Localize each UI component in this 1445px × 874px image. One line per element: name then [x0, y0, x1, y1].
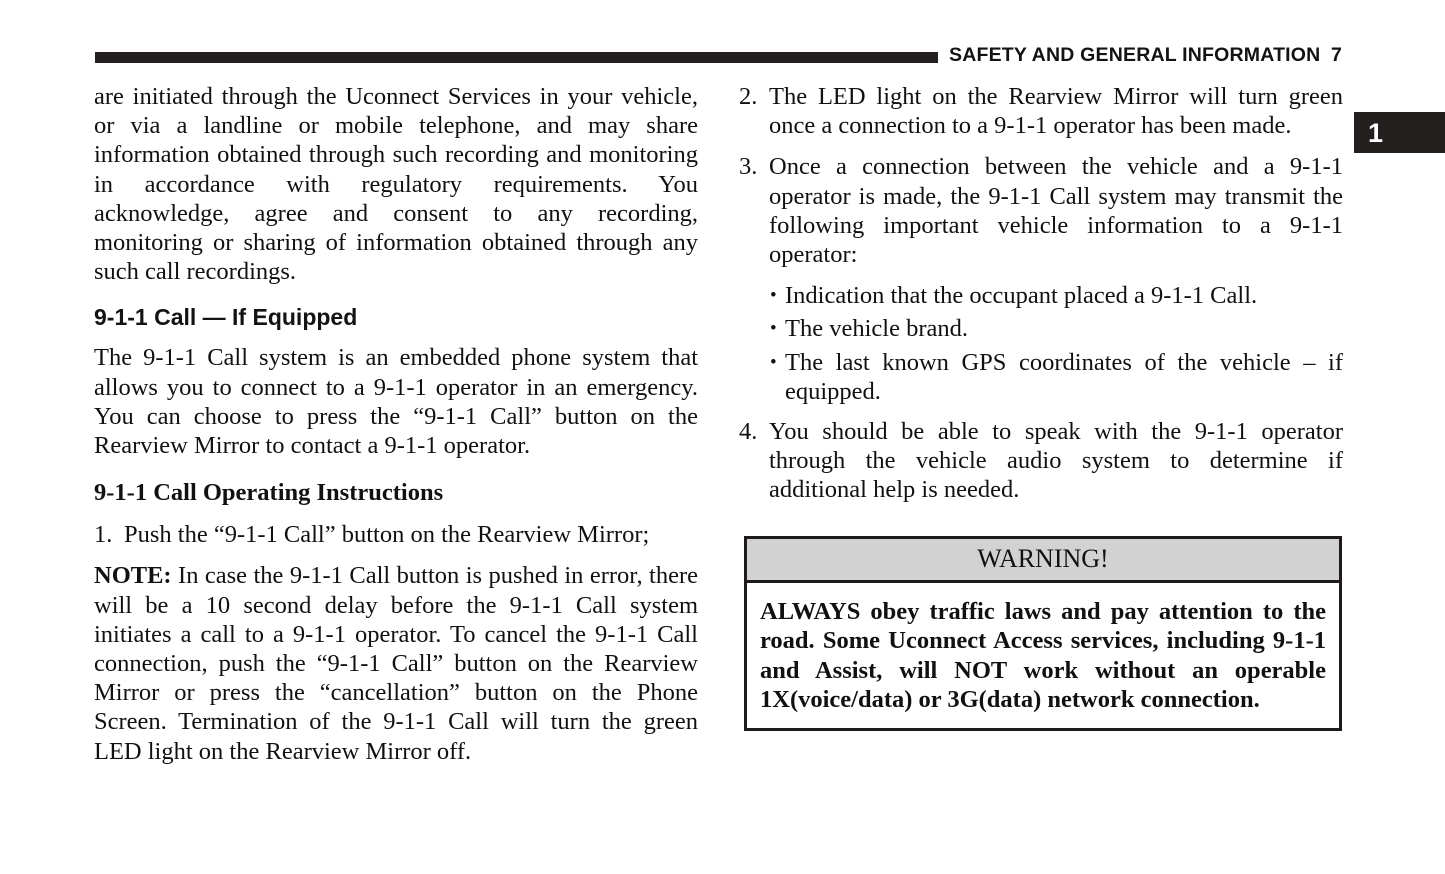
paragraph-continued: are initiated through the Uconnect Servi…: [94, 83, 698, 286]
list-marker: 3.: [739, 153, 758, 181]
note-label: NOTE:: [94, 562, 172, 590]
right-column: 2. The LED light on the Rearview Mirror …: [739, 82, 1343, 517]
page-number: 7: [1331, 44, 1342, 66]
note-paragraph: NOTE: In case the 9-1-1 Call button is p…: [94, 561, 698, 765]
bullet-list: • Indication that the occupant placed a …: [739, 281, 1343, 406]
list-item-text: The last known GPS coordinates of the ve…: [785, 348, 1343, 405]
warning-box: WARNING! ALWAYS obey traffic laws and pa…: [744, 536, 1342, 732]
chapter-tab: 1: [1354, 112, 1445, 153]
paragraph-911-system: The 9-1-1 Call system is an embedded pho…: [94, 344, 698, 460]
list-marker: 1.: [94, 521, 113, 549]
list-marker: 4.: [739, 418, 758, 446]
list-item: 2. The LED light on the Rearview Mirror …: [739, 82, 1343, 140]
bullet-icon: •: [770, 285, 777, 307]
list-item-text: The vehicle brand.: [785, 315, 968, 343]
list-item-text: Indication that the occupant placed a 9-…: [785, 282, 1258, 310]
page-header: SAFETY AND GENERAL INFORMATION 7: [0, 44, 1445, 74]
list-item: • The vehicle brand.: [739, 314, 1343, 343]
heading-911-call-if-equipped: 9-1-1 Call — If Equipped: [94, 304, 358, 331]
warning-title: WARNING!: [747, 539, 1339, 583]
list-item-text: Once a connection between the vehicle an…: [769, 153, 1343, 269]
bullet-icon: •: [770, 318, 777, 340]
left-column: are initiated through the Uconnect Servi…: [94, 82, 698, 778]
list-item-text: You should be able to speak with the 9-1…: [769, 418, 1343, 504]
list-item-text: The LED light on the Rearview Mirror wil…: [769, 83, 1343, 140]
heading-operating-instructions: 9-1-1 Call Operating Instructions: [94, 479, 444, 507]
warning-body-text: ALWAYS obey traffic laws and pay attenti…: [760, 598, 1326, 713]
list-item-text: Push the “9-1-1 Call” button on the Rear…: [124, 521, 650, 549]
chapter-tab-label: 1: [1368, 118, 1384, 148]
list-item: • Indication that the occupant placed a …: [739, 281, 1343, 310]
bullet-icon: •: [770, 351, 777, 373]
header-rule-bar: [95, 52, 938, 63]
list-item: • The last known GPS coordinates of the …: [739, 348, 1343, 406]
list-item: 4. You should be able to speak with the …: [739, 417, 1343, 505]
list-item: 1. Push the “9-1-1 Call” button on the R…: [94, 520, 698, 549]
page-title: SAFETY AND GENERAL INFORMATION: [949, 44, 1321, 66]
list-item: 3. Once a connection between the vehicle…: [739, 152, 1343, 269]
note-text: In case the 9-1-1 Call button is pushed …: [94, 562, 698, 765]
list-marker: 2.: [739, 83, 758, 110]
